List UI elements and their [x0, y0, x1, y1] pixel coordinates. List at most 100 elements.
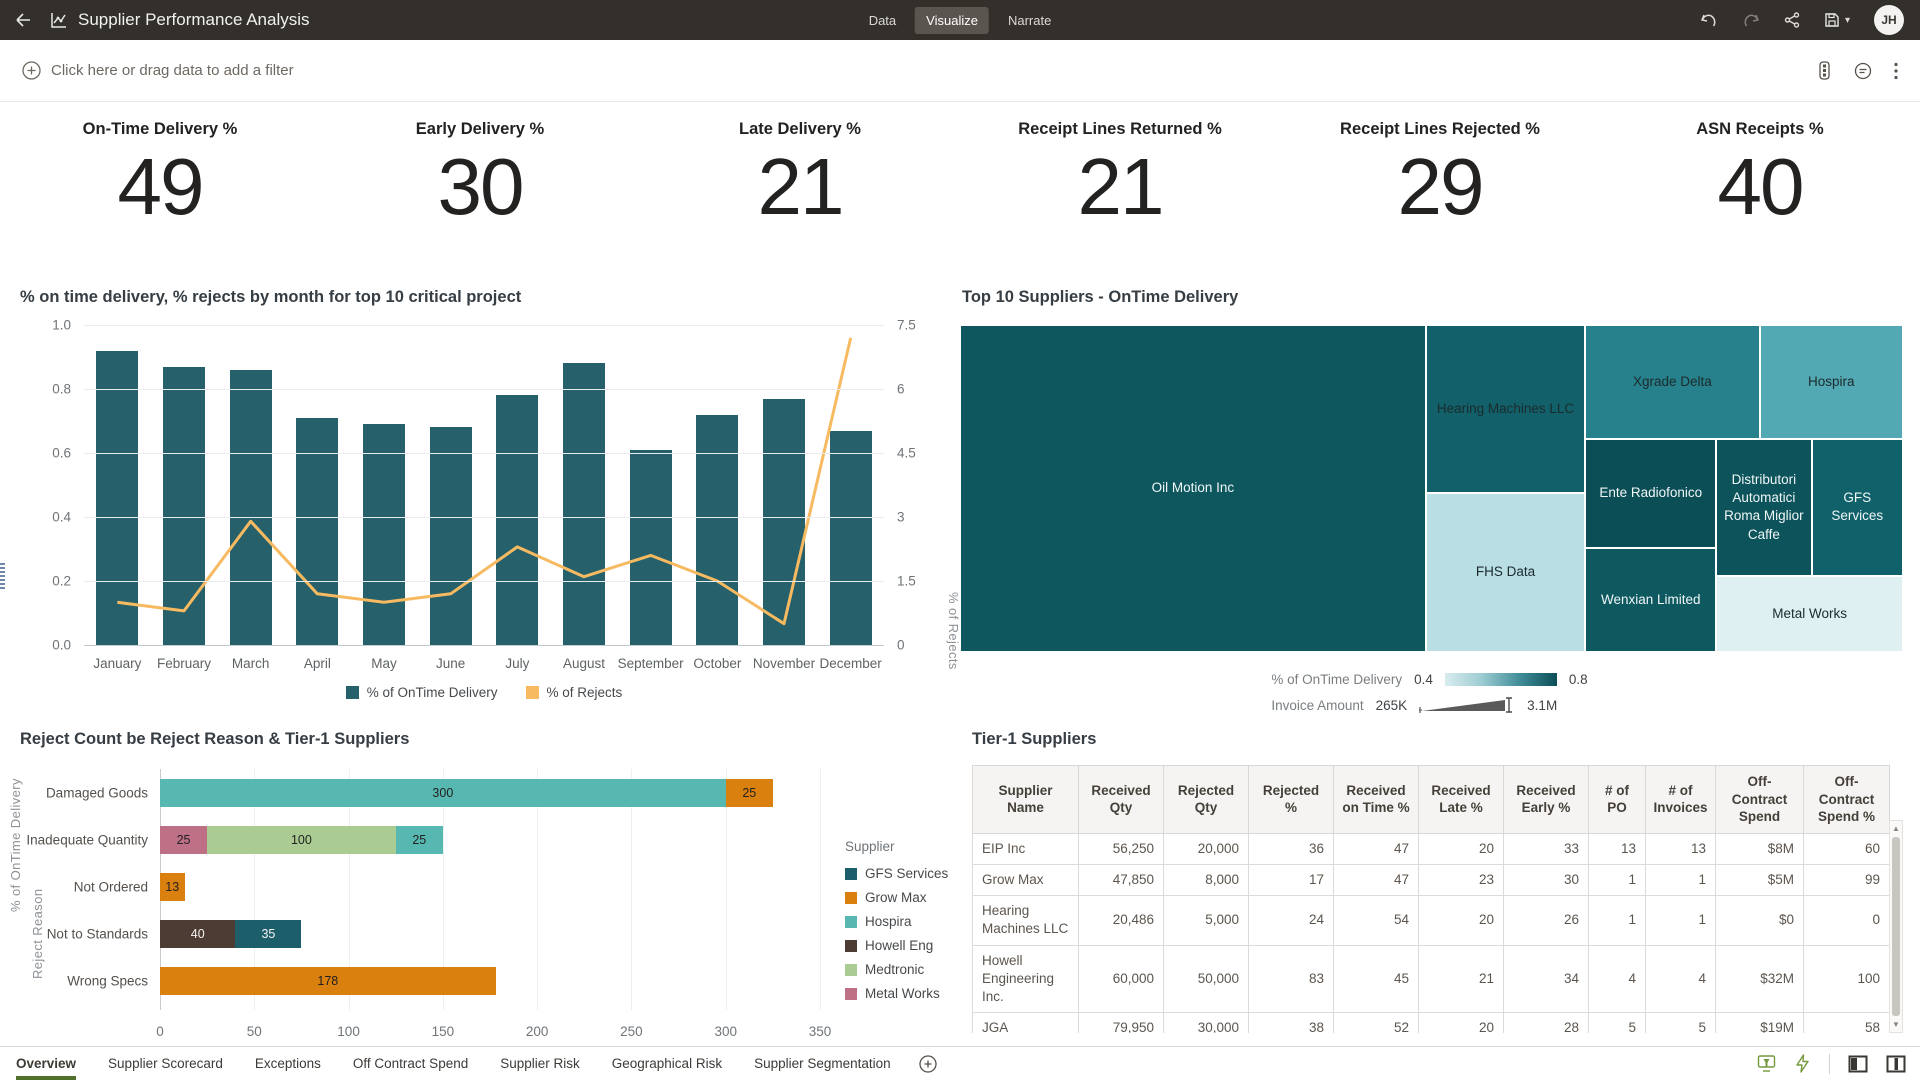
undo-icon[interactable] [1700, 12, 1718, 28]
save-button[interactable]: ▾ [1824, 12, 1850, 28]
treemap-block[interactable]: Oil Motion Inc [960, 325, 1426, 652]
legend-item[interactable]: Metal Works [845, 986, 948, 1001]
legend-item[interactable]: GFS Services [845, 866, 948, 881]
treemap-block[interactable]: Xgrade Delta [1585, 325, 1759, 439]
column-header[interactable]: Received Early % [1504, 766, 1589, 834]
table-row[interactable]: EIP Inc56,25020,000364720331313$8M60 [973, 833, 1890, 864]
treemap-block[interactable]: Wenxian Limited [1585, 548, 1716, 652]
table-cell[interactable]: 45 [1334, 945, 1419, 1013]
table-cell[interactable]: 33 [1504, 833, 1589, 864]
table-cell[interactable]: 34 [1504, 945, 1589, 1013]
table-cell[interactable]: 47 [1334, 833, 1419, 864]
table-cell[interactable]: 30,000 [1164, 1013, 1249, 1033]
treemap-block[interactable]: Distributori Automatici Roma Miglior Caf… [1716, 439, 1811, 576]
treemap-block[interactable]: Hearing Machines LLC [1426, 325, 1585, 493]
table-cell[interactable]: 13 [1589, 833, 1646, 864]
table-cell[interactable]: 13 [1646, 833, 1716, 864]
bar-segment[interactable]: 300 [160, 779, 726, 807]
add-filter-button[interactable]: Click here or drag data to add a filter [22, 61, 294, 80]
legend-item[interactable]: Howell Eng [845, 938, 948, 953]
column-header[interactable]: Supplier Name [973, 766, 1079, 834]
legend-item[interactable]: % of Rejects [526, 685, 623, 700]
table-cell[interactable]: 4 [1589, 945, 1646, 1013]
table-cell[interactable]: Grow Max [973, 864, 1079, 895]
table-cell[interactable]: 4 [1646, 945, 1716, 1013]
treemap-block[interactable]: GFS Services [1812, 439, 1903, 576]
table-cell[interactable]: $5M [1716, 864, 1804, 895]
table-cell[interactable]: $8M [1716, 833, 1804, 864]
user-avatar[interactable]: JH [1874, 5, 1904, 35]
kpi-tile[interactable]: On-Time Delivery %49 [0, 106, 320, 260]
bar-segment[interactable]: 100 [207, 826, 396, 854]
canvas-tab-off-contract-spend[interactable]: Off Contract Spend [353, 1047, 468, 1080]
column-header[interactable]: # of PO [1589, 766, 1646, 834]
table-cell[interactable]: 1 [1589, 896, 1646, 945]
kpi-tile[interactable]: Receipt Lines Returned %21 [960, 106, 1280, 260]
kpi-tile[interactable]: Late Delivery %21 [640, 106, 960, 260]
table-cell[interactable]: 52 [1334, 1013, 1419, 1033]
kpi-tile[interactable]: Receipt Lines Rejected %29 [1280, 106, 1600, 260]
table-cell[interactable]: 24 [1249, 896, 1334, 945]
table-cell[interactable]: 47,850 [1079, 864, 1164, 895]
table-cell[interactable]: 56,250 [1079, 833, 1164, 864]
table-cell[interactable]: 60,000 [1079, 945, 1164, 1013]
legend-item[interactable]: Medtronic [845, 962, 948, 977]
table-cell[interactable]: 5 [1646, 1013, 1716, 1033]
table-cell[interactable]: Hearing Machines LLC [973, 896, 1079, 945]
legend-item[interactable]: % of OnTime Delivery [346, 685, 498, 700]
mode-tab-visualize[interactable]: Visualize [915, 7, 989, 34]
mode-tab-data[interactable]: Data [858, 7, 907, 34]
table-scrollbar[interactable]: ▲ ▼ [1889, 820, 1903, 1033]
column-header[interactable]: Off-Contract Spend [1716, 766, 1804, 834]
kebab-menu-icon[interactable] [1894, 62, 1898, 80]
add-canvas-icon[interactable] [919, 1055, 937, 1073]
auto-insights-icon[interactable] [1794, 1054, 1811, 1073]
column-header[interactable]: Received on Time % [1334, 766, 1419, 834]
redo-icon[interactable] [1742, 12, 1760, 28]
kpi-tile[interactable]: Early Delivery %30 [320, 106, 640, 260]
table-cell[interactable]: 20 [1419, 1013, 1504, 1033]
panel-expand-handle[interactable] [0, 563, 5, 589]
table-cell[interactable]: $0 [1716, 896, 1804, 945]
table-cell[interactable]: 1 [1646, 896, 1716, 945]
scrollbar-thumb[interactable] [1892, 837, 1900, 1016]
table-cell[interactable]: 54 [1334, 896, 1419, 945]
table-cell[interactable]: 21 [1419, 945, 1504, 1013]
comments-icon[interactable] [1854, 62, 1872, 80]
table-cell[interactable]: 5 [1589, 1013, 1646, 1033]
right-panel-toggle-icon[interactable] [1886, 1055, 1906, 1073]
column-header[interactable]: Rejected % [1249, 766, 1334, 834]
bar-segment[interactable]: 25 [396, 826, 443, 854]
left-panel-toggle-icon[interactable] [1848, 1055, 1868, 1073]
table-cell[interactable]: 8,000 [1164, 864, 1249, 895]
treemap-block[interactable]: Hospira [1760, 325, 1903, 439]
table-cell[interactable]: 58 [1804, 1013, 1890, 1033]
table-cell[interactable]: 5,000 [1164, 896, 1249, 945]
table-cell[interactable]: 1 [1646, 864, 1716, 895]
treemap-block[interactable]: FHS Data [1426, 493, 1585, 652]
table-cell[interactable]: 99 [1804, 864, 1890, 895]
table-cell[interactable]: Howell Engineering Inc. [973, 945, 1079, 1013]
table-row[interactable]: Grow Max47,8508,0001747233011$5M99 [973, 864, 1890, 895]
treemap-block[interactable]: Metal Works [1716, 576, 1903, 652]
column-header[interactable]: Off-Contract Spend % [1804, 766, 1890, 834]
table-cell[interactable]: 28 [1504, 1013, 1589, 1033]
canvas-tab-overview[interactable]: Overview [16, 1047, 76, 1080]
table-cell[interactable]: $19M [1716, 1013, 1804, 1033]
table-cell[interactable]: 0 [1804, 896, 1890, 945]
column-header[interactable]: Rejected Qty [1164, 766, 1249, 834]
table-cell[interactable]: 23 [1419, 864, 1504, 895]
table-cell[interactable]: 47 [1334, 864, 1419, 895]
bar-segment[interactable]: 178 [160, 967, 496, 995]
table-cell[interactable]: 26 [1504, 896, 1589, 945]
table-cell[interactable]: 83 [1249, 945, 1334, 1013]
bar-segment[interactable]: 35 [235, 920, 301, 948]
bar-segment[interactable]: 13 [160, 873, 185, 901]
bar-segment[interactable]: 40 [160, 920, 235, 948]
canvas-tab-exceptions[interactable]: Exceptions [255, 1047, 321, 1080]
table-cell[interactable]: 60 [1804, 833, 1890, 864]
table-cell[interactable]: 20 [1419, 833, 1504, 864]
table-cell[interactable]: 1 [1589, 864, 1646, 895]
table-cell[interactable]: $32M [1716, 945, 1804, 1013]
bar-segment[interactable]: 25 [160, 826, 207, 854]
